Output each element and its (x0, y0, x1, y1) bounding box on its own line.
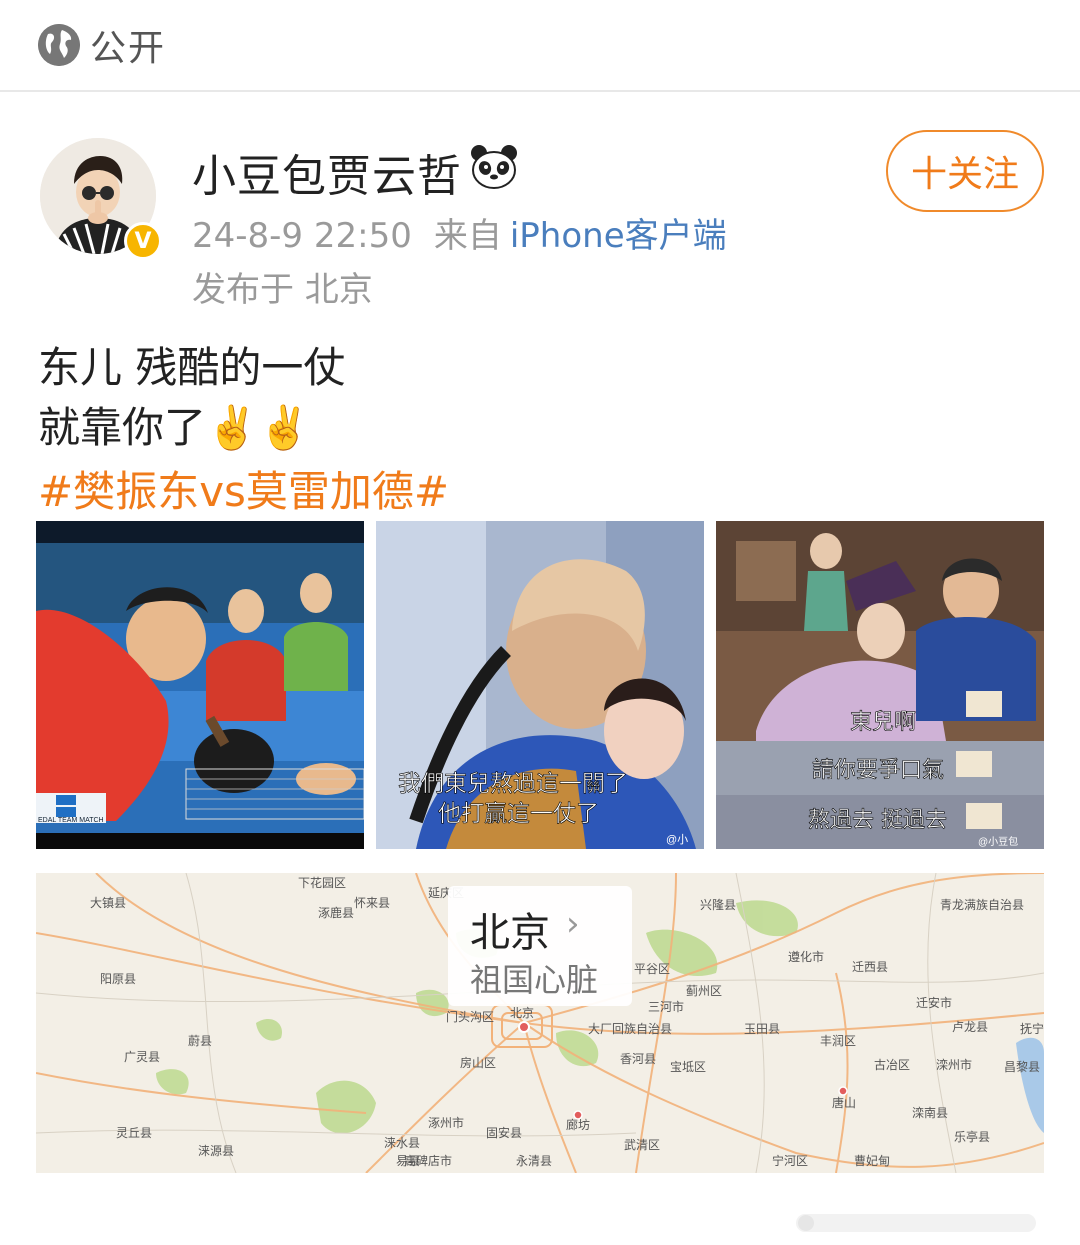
chevron-right-icon: › (566, 904, 580, 944)
subtitle-line-3: 熬過去 挺過去 (808, 808, 947, 833)
map-location-title[interactable]: 北京 (470, 900, 550, 958)
post-meta: 24-8-9 22:50 来自 iPhone客户端 (192, 208, 727, 257)
visibility-bar[interactable]: 公开 (0, 0, 1080, 92)
map-place-label: 香河县 (620, 1052, 656, 1066)
author-avatar[interactable]: V (40, 138, 162, 260)
map-place-label: 固安县 (486, 1125, 522, 1140)
map-place-label: 蓟州区 (686, 984, 722, 998)
map-place-label: 廊坊 (566, 1117, 590, 1132)
map-place-label: 平谷区 (634, 962, 670, 976)
post-image-2[interactable]: 我們東兒熬過這一關了 他打贏這一仗了 @小 (376, 521, 704, 849)
subtitle-line-1: 東兒啊 (850, 710, 916, 735)
map-place-label: 滦南县 (912, 1105, 948, 1120)
post-location: 发布于 北京 (192, 270, 373, 310)
map-place-label: 涞源县 (198, 1144, 234, 1158)
scoreboard-text: EDAL TEAM MATCH (38, 817, 104, 824)
map-place-label: 北京 (510, 1006, 534, 1020)
map-place-label: 大厂回族自治县 (588, 1022, 672, 1036)
map-place-label: 门头沟区 (446, 1009, 494, 1024)
source-client-link[interactable]: iPhone客户端 (510, 216, 727, 256)
map-place-label: 宁河区 (772, 1153, 808, 1168)
map-place-label: 兴隆县 (700, 897, 736, 912)
map-place-label: 阳原县 (100, 972, 136, 986)
map-place-label: 青龙满族自治县 (940, 898, 1024, 912)
map-location-subtitle: 祖国心脏 (470, 961, 599, 999)
map-place-label: 昌黎县 (1004, 1060, 1040, 1074)
post-text-line: 东儿 残酷的一仗 (38, 343, 346, 392)
visibility-label: 公开 (90, 28, 167, 69)
author-name[interactable]: 小豆包贾云哲 (192, 140, 462, 204)
map-place-label: 涿鹿县 (318, 905, 354, 920)
image-watermark: @小豆包 (978, 835, 1018, 848)
map-place-label: 丰润区 (820, 1034, 856, 1048)
map-place-label: 武清区 (624, 1138, 660, 1152)
map-place-label: 怀来县 (354, 896, 390, 910)
hashtag-link[interactable]: #樊振东vs莫雷加德# (38, 458, 449, 519)
post-text: 东儿 残酷的一仗 就靠你了✌️✌️ (38, 338, 345, 458)
subtitle-line-2: 他打贏這一仗了 (438, 801, 599, 827)
map-place-label: 唐山 (832, 1095, 856, 1110)
map-place-label: 广灵县 (124, 1050, 160, 1064)
map-place-label: 涞水县 (384, 1136, 420, 1150)
post-image-3[interactable]: 東兒啊 請你要爭口氣 熬過去 挺過去 @小豆包 (716, 521, 1044, 849)
map-place-label: 迁安市 (916, 995, 952, 1010)
map-place-label: 宝坻区 (670, 1059, 706, 1074)
post-image-1[interactable]: EDAL TEAM MATCH (36, 521, 364, 849)
map-place-label: 三河市 (648, 999, 684, 1014)
map-place-label: 下花园区 (298, 875, 346, 890)
map-place-label: 曹妃甸 (854, 1154, 890, 1168)
map-place-label: 高碑店市 (404, 1153, 452, 1168)
map-place-label: 乐亭县 (954, 1129, 990, 1144)
map-place-label: 古冶区 (874, 1057, 910, 1072)
panda-icon (470, 144, 518, 194)
subtitle-line-2: 請你要爭口氣 (812, 758, 944, 783)
map-place-label: 涿州市 (428, 1115, 464, 1130)
map-place-label: 永清县 (516, 1154, 552, 1168)
map-place-label: 房山区 (460, 1055, 496, 1070)
source-prefix: 来自 (433, 216, 502, 256)
post-text-line: 就靠你了✌️✌️ (38, 403, 311, 452)
globe-icon (38, 24, 80, 66)
follow-button[interactable]: 十关注 (886, 130, 1044, 212)
verified-badge-icon: V (124, 222, 162, 260)
map-place-label: 抚宁 (1020, 1021, 1044, 1036)
map-place-label: 遵化市 (788, 949, 824, 964)
map-place-label: 蔚县 (188, 1034, 212, 1048)
map-place-label: 卢龙县 (952, 1019, 988, 1034)
post-time: 24-8-9 22:50 (192, 216, 412, 256)
weibo-watermark-icon (796, 1204, 1046, 1242)
image-watermark: @小 (666, 833, 688, 846)
map-place-label: 滦州市 (936, 1057, 972, 1072)
map-place-label: 大镇县 (90, 896, 126, 910)
map-place-label: 玉田县 (744, 1022, 780, 1036)
subtitle-line-1: 我們東兒熬過這一關了 (398, 771, 628, 797)
map-place-label: 灵丘县 (116, 1126, 152, 1140)
map-place-label: 迁西县 (852, 960, 888, 974)
